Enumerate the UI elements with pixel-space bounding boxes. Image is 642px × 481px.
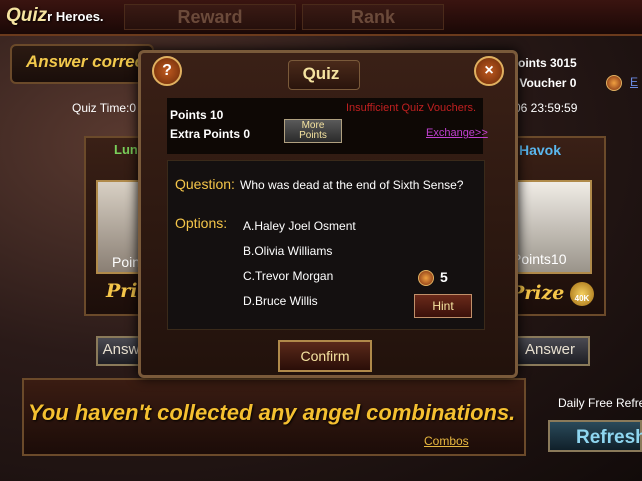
extra-points: Extra Points 0 <box>170 127 251 141</box>
exchange-link[interactable]: Exchange>> <box>426 127 488 139</box>
right-hero-points: Points10 <box>512 251 567 267</box>
left-hero-prize: Pri <box>106 280 138 302</box>
quiz-title: Quiz <box>302 64 340 83</box>
confirm-button[interactable]: Confirm <box>278 340 372 372</box>
more-points-button[interactable]: More Points <box>284 119 342 143</box>
options-label: Options: <box>175 215 228 231</box>
option-c[interactable]: C.Trevor Morgan <box>243 269 333 283</box>
question-label: Question: <box>175 176 235 192</box>
option-d[interactable]: D.Bruce Willis <box>243 294 318 308</box>
coin-icon: 40K <box>570 282 594 306</box>
option-b[interactable]: B.Olivia Williams <box>243 244 332 258</box>
refresh-button[interactable]: Refresh <box>548 420 642 452</box>
close-button[interactable]: × <box>474 56 504 86</box>
right-hero-name: Havok <box>519 142 562 158</box>
quiz-time-label: Quiz Time:0 <box>72 101 137 115</box>
game-logo: Quizr Heroes. <box>6 5 104 26</box>
left-hero-name: Lun <box>114 142 138 157</box>
hint-gem-icon <box>418 270 434 286</box>
daily-free-refresh-label: Daily Free Refre <box>558 396 642 410</box>
quiz-points: Points 10 <box>170 108 224 122</box>
hint-count: 5 <box>440 269 448 285</box>
left-hero-points: Poin <box>112 254 141 270</box>
help-button[interactable]: ? <box>152 56 182 86</box>
right-hero-prize: Prize <box>510 282 565 304</box>
tab-rank[interactable]: Rank <box>302 4 444 30</box>
option-a[interactable]: A.Haley Joel Osment <box>243 219 356 233</box>
question-text: Who was dead at the end of Sixth Sense? <box>240 178 464 192</box>
hint-button[interactable]: Hint <box>414 294 472 318</box>
insufficient-vouchers-warning: Insufficient Quiz Vouchers. <box>346 102 477 114</box>
combos-link[interactable]: Combos <box>424 434 469 448</box>
tab-reward[interactable]: Reward <box>124 4 296 30</box>
combination-message: You haven't collected any angel combinat… <box>28 400 516 425</box>
quiz-end-time: -06 23:59:59 <box>510 101 578 115</box>
right-answer-button[interactable]: Answer <box>510 336 590 366</box>
